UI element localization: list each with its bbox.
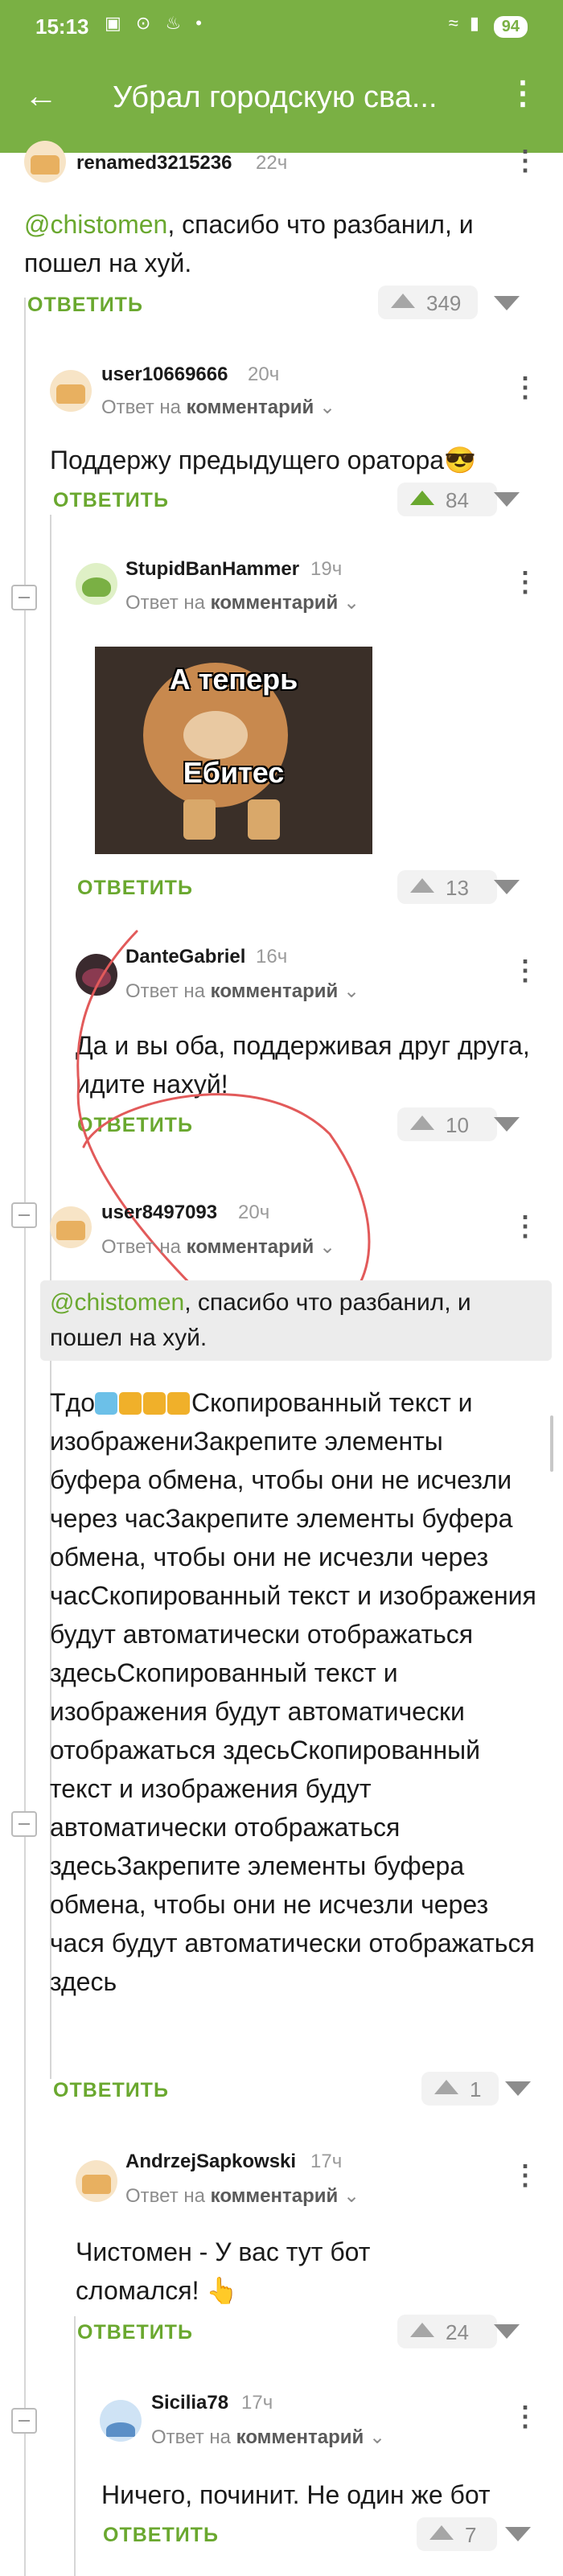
back-arrow-icon[interactable]: ← [24,79,58,113]
comment-menu-icon[interactable]: ⋮ [512,374,539,401]
upvote-icon[interactable] [410,491,434,505]
reply-button[interactable]: ОТВЕТИТЬ [53,489,169,512]
reply-button[interactable]: ОТВЕТИТЬ [103,2524,219,2547]
downvote-icon[interactable] [494,2324,520,2339]
comment-menu-icon[interactable]: ⋮ [512,2403,539,2430]
comment-time: 22ч [256,152,288,174]
upvote-icon[interactable] [410,2323,434,2337]
reply-to-link[interactable]: Ответ на комментарий ⌄ [125,2184,360,2208]
scrollbar[interactable] [550,1415,553,1472]
reply-to-link[interactable]: Ответ на комментарий ⌄ [125,591,360,614]
vote-widget[interactable]: 24 [397,2315,497,2348]
downvote-icon[interactable] [505,2527,531,2541]
battery-icon: 94 [493,16,528,38]
comment-menu-icon[interactable]: ⋮ [512,957,539,984]
vote-count: 24 [446,2320,469,2344]
notification-icons: ▣ ⊙ ♨ • [105,13,207,33]
comment-time: 20ч [248,364,280,385]
comment-text: Поддержу предыдущего оратора😎 [50,446,476,475]
vote-count: 10 [446,1113,469,1137]
vote-widget[interactable]: 7 [417,2517,497,2551]
downvote-icon[interactable] [505,2081,531,2096]
comment-author[interactable]: StupidBanHammer [125,558,299,581]
vote-widget[interactable]: 13 [397,870,497,904]
comment-menu-icon[interactable]: ⋮ [512,2162,539,2189]
upvote-icon[interactable] [410,1115,434,1130]
vote-widget[interactable]: 1 [421,2072,499,2106]
comment-time: 17ч [241,2392,273,2414]
comment-author[interactable]: Sicilia78 [151,2392,228,2414]
collapse-thread-button[interactable] [11,585,37,610]
signal-icons: ≈ ▮ [448,13,483,33]
app-bar: ← Убрал городскую сва... ⋮ [0,56,563,153]
vote-widget[interactable]: 349 [378,286,478,319]
comment-time: 19ч [310,558,343,580]
upvote-icon[interactable] [429,2525,454,2540]
mention-link[interactable]: @chistomen [50,1289,184,1316]
comment-author[interactable]: user10669666 [101,364,228,386]
beach-emoji-icon [95,1392,118,1415]
comment-image[interactable]: А теперь Ебитес [95,647,372,854]
reply-button[interactable]: ОТВЕТИТЬ [53,2079,169,2102]
reply-to-link[interactable]: Ответ на комментарий ⌄ [101,396,335,419]
avatar[interactable] [50,1206,92,1248]
comment-author[interactable]: user8497093 [101,1202,217,1224]
comment-text: Тдо Скопированный текст и изображениЗакре… [50,1388,536,1996]
avatar[interactable] [76,2160,117,2202]
reply-button[interactable]: ОТВЕТИТЬ [27,294,143,317]
comment-menu-icon[interactable]: ⋮ [512,147,539,175]
comment-menu-icon[interactable]: ⋮ [512,1213,539,1240]
reply-button[interactable]: ОТВЕТИТЬ [77,877,193,900]
thread-line [24,298,26,2576]
downvote-icon[interactable] [494,296,520,310]
comment-text: @chistomen, спасибо что разбанил, и поше… [24,210,474,277]
vote-widget[interactable]: 10 [397,1107,497,1141]
more-options-icon[interactable]: ⋮ [507,77,539,109]
collapse-thread-button[interactable] [11,1811,37,1837]
collapse-thread-button[interactable] [11,1202,37,1228]
downvote-icon[interactable] [494,880,520,894]
status-bar: 15:13 ▣ ⊙ ♨ • ≈ ▮ 94 [0,0,563,56]
comment-text: Чистомен - У вас тут бот сломался! 👆 [76,2237,371,2305]
vote-count: 13 [446,876,469,900]
upvote-icon[interactable] [391,294,415,308]
comment-text: Ничего, починит. Не один же бот [101,2480,491,2509]
sign-emoji-icon [167,1392,191,1415]
mention-link[interactable]: @chistomen [24,210,167,239]
upvote-icon[interactable] [410,878,434,893]
vote-count: 1 [470,2077,482,2101]
reply-to-link[interactable]: Ответ на комментарий ⌄ [151,2426,385,2449]
vote-count: 84 [446,488,469,512]
page-title: Убрал городскую сва... [113,80,438,114]
comment-menu-icon[interactable]: ⋮ [512,569,539,596]
downvote-icon[interactable] [494,1117,520,1132]
avatar[interactable] [76,563,117,605]
thread-line [74,2316,76,2576]
comment-author[interactable]: renamed3215236 [76,152,232,175]
comment-author[interactable]: AndrzejSapkowski [125,2151,296,2173]
avatar[interactable] [24,141,66,183]
collapse-thread-button[interactable] [11,2408,37,2434]
sign-emoji-icon [119,1392,142,1415]
downvote-icon[interactable] [494,492,520,507]
status-time: 15:13 [35,14,89,39]
sign-emoji-icon [143,1392,166,1415]
avatar[interactable] [50,370,92,412]
vote-count: 7 [465,2523,477,2547]
upvote-icon[interactable] [434,2080,458,2094]
quoted-comment[interactable]: @chistomen, спасибо что разбанил, и поше… [40,1280,552,1361]
reply-to-link[interactable]: Ответ на комментарий ⌄ [101,1235,335,1259]
reply-button[interactable]: ОТВЕТИТЬ [77,2321,193,2344]
comment-time: 20ч [238,1202,270,1223]
comment-time: 17ч [310,2151,343,2172]
avatar[interactable] [100,2400,142,2442]
vote-count: 349 [426,291,462,315]
vote-widget[interactable]: 84 [397,483,497,516]
